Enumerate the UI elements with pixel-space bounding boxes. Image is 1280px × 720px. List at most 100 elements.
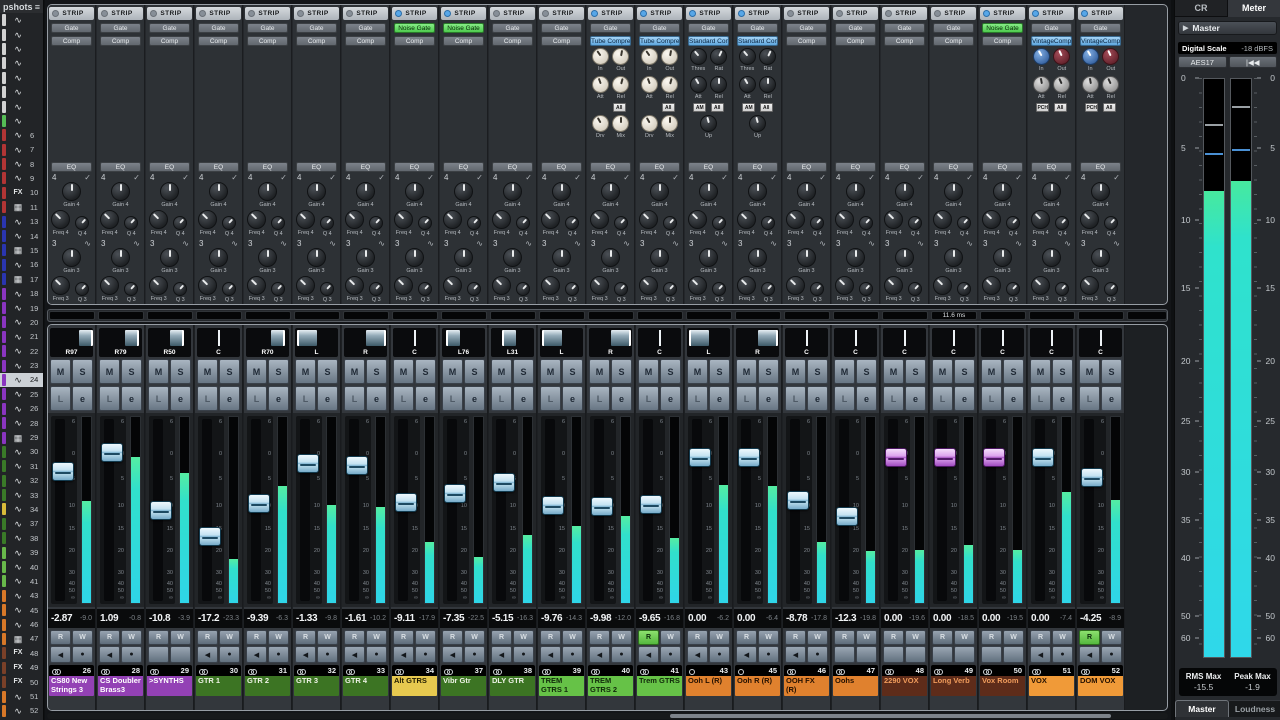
dyn-drv-knob[interactable] [641, 115, 658, 132]
strip-header[interactable]: STRIP [147, 7, 192, 20]
horizontal-scrollbar[interactable] [47, 713, 1168, 719]
fader-db-value[interactable]: -8.78 [786, 613, 811, 624]
eq-gain-knob[interactable] [356, 182, 375, 201]
monitor-button[interactable] [981, 646, 1002, 663]
eq-freq-knob[interactable] [541, 210, 560, 229]
eq-q-knob[interactable] [75, 282, 89, 296]
solo-button[interactable]: S [72, 359, 93, 384]
gate-slot-button[interactable]: Noise Gate [394, 23, 435, 33]
eq-slot-button[interactable]: EQ [100, 162, 141, 172]
read-automation-button[interactable]: R [344, 630, 365, 645]
rack-state-dot[interactable] [836, 10, 843, 17]
listen-button[interactable]: L [246, 386, 267, 411]
eq-q-knob[interactable] [271, 216, 285, 230]
fader-db-value[interactable]: -1.61 [345, 613, 370, 624]
monitor-button[interactable] [834, 646, 855, 663]
gate-slot-button[interactable]: Gate [639, 23, 680, 33]
fader-track[interactable]: 605101520304050∞ [688, 416, 714, 604]
solo-button[interactable]: S [513, 359, 534, 384]
edit-button[interactable]: e [219, 386, 240, 411]
fader-value-row[interactable]: -10.8-3.9 [146, 609, 193, 628]
fader-value-row[interactable]: -8.78-17.8 [783, 609, 830, 628]
eq-slot-button[interactable]: EQ [394, 162, 435, 172]
eq-q-knob[interactable] [712, 216, 726, 230]
edit-button[interactable]: e [905, 386, 926, 411]
rail-channel-item[interactable]: ∿22 [0, 344, 43, 358]
channel-name[interactable]: TREM GTRS 2 [588, 676, 633, 696]
channel-number-row[interactable]: 31 [245, 665, 290, 676]
write-automation-button[interactable]: W [366, 630, 387, 645]
comp-slot-button[interactable]: Comp [541, 36, 582, 46]
eq-freq-knob[interactable] [835, 276, 854, 295]
comp-slot-button[interactable]: Comp [443, 36, 484, 46]
fader-value-row[interactable]: -9.76-14.3 [538, 609, 585, 628]
read-automation-button[interactable]: R [491, 630, 512, 645]
fader-value-row[interactable]: -9.39-6.3 [244, 609, 291, 628]
pan-control[interactable]: R79 [99, 328, 142, 357]
channel-name[interactable]: DLY GTR [490, 676, 535, 696]
rail-channel-item[interactable]: ∿23 [0, 358, 43, 372]
record-enable-button[interactable]: ● [268, 646, 289, 663]
channel-name[interactable]: Trem GTRS [637, 676, 682, 696]
eq-q-knob[interactable] [908, 282, 922, 296]
monitor-button[interactable]: ◀ [1079, 646, 1100, 663]
eq-band-state-icon[interactable]: ∿ [1064, 239, 1071, 248]
rack-state-dot[interactable] [346, 10, 353, 17]
pan-control[interactable]: L [540, 328, 583, 357]
rail-channel-item[interactable]: ∿30 [0, 445, 43, 459]
dyn-rel-knob[interactable] [612, 76, 629, 93]
eq-band-state-icon[interactable]: ✓ [329, 173, 336, 182]
dyn-mix-knob[interactable] [612, 115, 629, 132]
comp-slot-button[interactable]: Comp [982, 36, 1023, 46]
fader-cap[interactable] [738, 448, 760, 467]
strip-header[interactable]: STRIP [784, 7, 829, 20]
dyn-out-knob[interactable] [1053, 48, 1070, 65]
pan-control[interactable]: C [834, 328, 877, 357]
rail-channel-item[interactable]: FX48 [0, 646, 43, 660]
eq-band-state-icon[interactable]: ✓ [721, 173, 728, 182]
fader-track[interactable]: 605101520304050∞ [786, 416, 812, 604]
gate-slot-button[interactable]: Gate [737, 23, 778, 33]
pan-control[interactable]: C [393, 328, 436, 357]
eq-gain-knob[interactable] [895, 248, 914, 267]
monitor-button[interactable]: ◀ [589, 646, 610, 663]
strip-header[interactable]: STRIP [49, 7, 94, 20]
fader-db-value[interactable]: -9.65 [639, 613, 664, 624]
eq-q-knob[interactable] [761, 282, 775, 296]
eq-freq-knob[interactable] [688, 276, 707, 295]
fader-value-row[interactable]: -4.25-8.9 [1077, 609, 1124, 628]
eq-freq-knob[interactable] [296, 210, 315, 229]
fader-cap[interactable] [199, 527, 221, 546]
gate-slot-button[interactable]: Gate [51, 23, 92, 33]
eq-gain-knob[interactable] [111, 182, 130, 201]
fader-value-row[interactable]: -17.2-23.3 [195, 609, 242, 628]
channel-number-row[interactable]: 45 [735, 665, 780, 676]
eq-gain-knob[interactable] [307, 182, 326, 201]
write-automation-button[interactable]: W [807, 630, 828, 645]
rack-state-dot[interactable] [787, 10, 794, 17]
fader-db-value[interactable]: -7.35 [443, 613, 468, 624]
monitor-button[interactable]: ◀ [785, 646, 806, 663]
eq-q-knob[interactable] [320, 216, 334, 230]
rail-channel-item[interactable]: ∿32 [0, 474, 43, 488]
channel-name[interactable]: 2290 VOX [882, 676, 927, 696]
eq-band-state-icon[interactable]: ∿ [623, 239, 630, 248]
dyn-att-knob[interactable] [592, 76, 609, 93]
eq-freq-knob[interactable] [639, 210, 658, 229]
mute-button[interactable]: M [589, 359, 610, 384]
channel-number-row[interactable]: 47 [833, 665, 878, 676]
rail-channel-item[interactable]: ∿18 [0, 286, 43, 300]
fader-track[interactable]: 605101520304050∞ [590, 416, 616, 604]
channel-name[interactable]: Ooh L (R) [686, 676, 731, 696]
eq-gain-knob[interactable] [62, 182, 81, 201]
pan-control[interactable]: L [687, 328, 730, 357]
tab-meter[interactable]: Meter [1227, 0, 1280, 17]
eq-q-knob[interactable] [1055, 282, 1069, 296]
solo-button[interactable]: S [807, 359, 828, 384]
rail-channel-item[interactable]: ∿13 [0, 214, 43, 228]
comp-slot-button[interactable]: VintageComp..or [1031, 36, 1072, 46]
write-automation-button[interactable]: W [1003, 630, 1024, 645]
gate-slot-button[interactable]: Noise Gate [982, 23, 1023, 33]
fader-db-value[interactable]: -4.25 [1080, 613, 1109, 624]
mute-button[interactable]: M [638, 359, 659, 384]
